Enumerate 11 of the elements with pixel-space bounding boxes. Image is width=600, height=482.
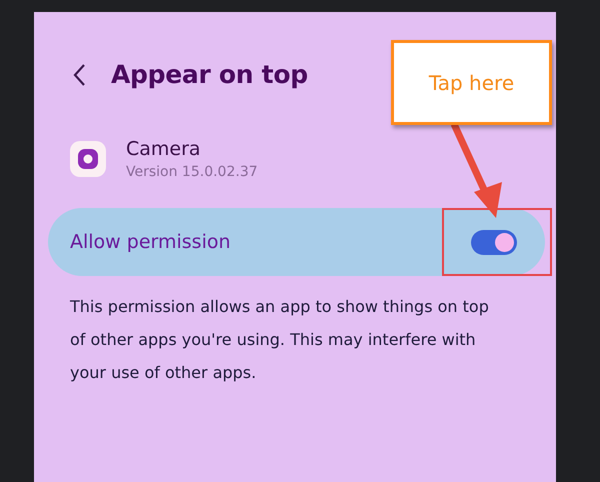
app-name: Camera [126, 137, 202, 162]
permission-label: Allow permission [70, 230, 231, 255]
toggle-thumb [495, 232, 514, 252]
permission-description: This permission allows an app to show things on top of other apps you're using. This may interfere with your use of other apps. [70, 296, 490, 384]
back-icon[interactable] [72, 63, 86, 87]
app-version: Version 15.0.02.37 [126, 163, 258, 182]
permission-row[interactable]: Allow permission [48, 208, 545, 276]
toggle-switch[interactable] [471, 230, 517, 254]
camera-app-icon [70, 141, 106, 177]
screen-title: Appear on top [111, 59, 308, 92]
callout-text: Tap here [428, 70, 514, 96]
